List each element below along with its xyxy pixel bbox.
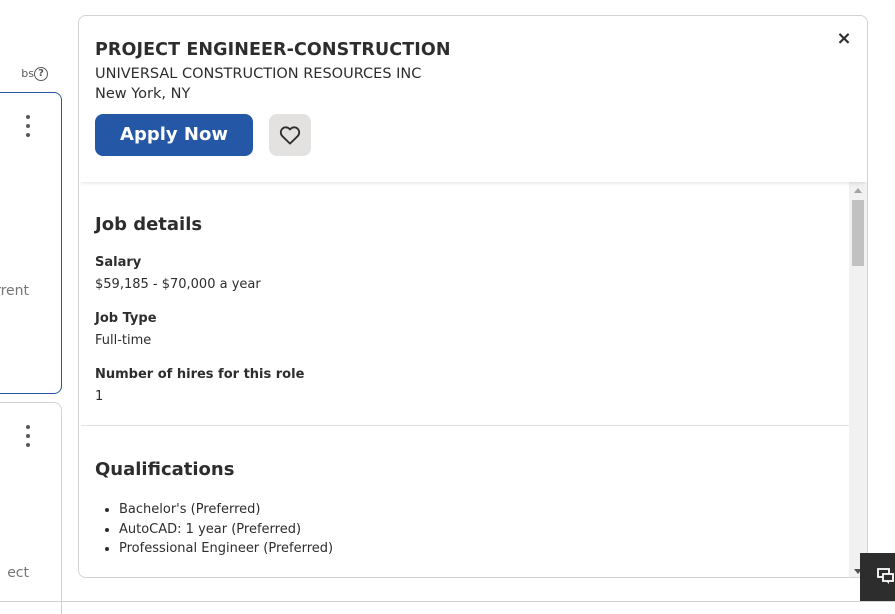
scrollbar[interactable]	[849, 182, 867, 577]
salary-value: $59,185 - $70,000 a year	[95, 277, 261, 292]
job-type-value: Full-time	[95, 333, 152, 348]
qualifications-heading: Qualifications	[95, 459, 235, 480]
hires-label: Number of hires for this role	[95, 367, 305, 382]
company-name[interactable]: UNIVERSAL CONSTRUCTION RESOURCES INC	[95, 66, 421, 82]
job-card-snippet: rrent	[0, 283, 29, 299]
kebab-icon[interactable]	[21, 115, 35, 137]
apply-now-button[interactable]: Apply Now	[95, 114, 253, 156]
job-type-label: Job Type	[95, 311, 157, 326]
save-job-button[interactable]	[269, 114, 311, 156]
job-title: PROJECT ENGINEER-CONSTRUCTION	[95, 40, 451, 60]
hires-value: 1	[95, 389, 104, 404]
job-card-snippet: ect	[7, 565, 29, 581]
job-details-heading: Job details	[95, 214, 203, 235]
qualification-item: Bachelor's (Preferred)	[119, 500, 333, 520]
page-bottom-border	[0, 601, 895, 602]
job-card-selected[interactable]: rrent	[0, 92, 62, 394]
feedback-chat-button[interactable]	[860, 553, 895, 601]
scroll-up-arrow[interactable]	[854, 188, 862, 193]
qualification-item: AutoCAD: 1 year (Preferred)	[119, 520, 333, 540]
scrollbar-thumb[interactable]	[852, 200, 864, 266]
qualification-item: Professional Engineer (Preferred)	[119, 539, 333, 559]
section-divider	[81, 425, 849, 426]
job-location: New York, NY	[95, 86, 191, 102]
close-icon[interactable]: ×	[835, 30, 853, 48]
job-header: × PROJECT ENGINEER-CONSTRUCTION UNIVERSA…	[79, 16, 867, 182]
salary-label: Salary	[95, 255, 142, 270]
heart-icon	[279, 126, 301, 145]
job-card[interactable]: ect	[0, 402, 62, 614]
kebab-icon[interactable]	[21, 425, 35, 447]
qualifications-list: Bachelor's (Preferred) AutoCAD: 1 year (…	[119, 500, 333, 559]
job-detail-panel: × PROJECT ENGINEER-CONSTRUCTION UNIVERSA…	[78, 15, 868, 578]
help-circle-icon[interactable]: ?	[34, 67, 48, 81]
help-row: bs ?	[0, 66, 48, 82]
chat-icon	[877, 568, 894, 584]
job-list-column: bs ? rrent ect	[0, 0, 62, 614]
help-label: bs	[21, 67, 34, 80]
job-description-scroll[interactable]: Job details Salary $59,185 - $70,000 a y…	[79, 182, 867, 577]
